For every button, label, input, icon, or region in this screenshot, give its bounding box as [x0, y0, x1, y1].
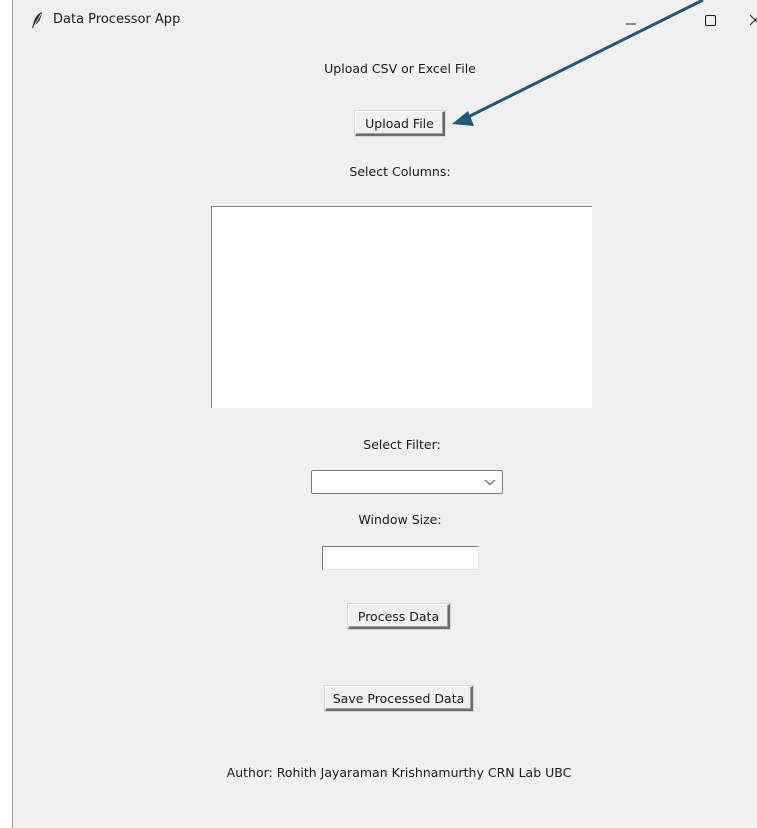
close-icon — [749, 14, 757, 26]
window-size-label: Window Size: — [358, 512, 442, 527]
maximize-button[interactable] — [686, 0, 732, 40]
filter-combobox[interactable] — [311, 470, 503, 494]
window-size-input[interactable] — [322, 546, 479, 570]
upload-prompt-label: Upload CSV or Excel File — [324, 61, 476, 76]
columns-listbox[interactable] — [211, 206, 592, 408]
select-filter-label: Select Filter: — [363, 437, 441, 452]
title-bar[interactable]: Data Processor App — [13, 0, 757, 40]
save-processed-data-button[interactable]: Save Processed Data — [325, 686, 473, 711]
app-window: Data Processor App Upload CSV or Excel F… — [12, 0, 757, 828]
process-data-button[interactable]: Process Data — [348, 604, 450, 629]
select-columns-label: Select Columns: — [349, 164, 451, 179]
minimize-button[interactable] — [608, 0, 654, 40]
close-button[interactable] — [735, 0, 757, 40]
feather-icon — [32, 12, 42, 28]
maximize-icon — [705, 15, 716, 26]
chevron-down-icon[interactable] — [484, 477, 496, 487]
minimize-icon — [626, 23, 636, 25]
upload-file-button[interactable]: Upload File — [355, 111, 445, 136]
window-title: Data Processor App — [53, 12, 181, 27]
author-credit: Author: Rohith Jayaraman Krishnamurthy C… — [226, 765, 572, 780]
